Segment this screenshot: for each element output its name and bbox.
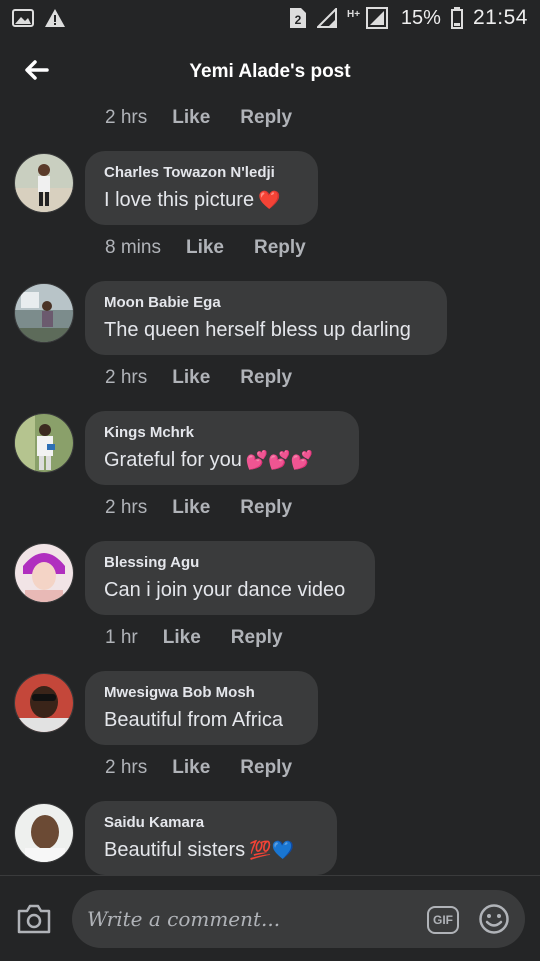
heart-emoji: ❤️ xyxy=(258,190,281,210)
comment-meta: 2 hrs Like Reply xyxy=(105,363,292,393)
avatar[interactable] xyxy=(14,543,74,603)
comment-bubble[interactable]: Charles Towazon N'ledji I love this pict… xyxy=(85,151,318,225)
avatar[interactable] xyxy=(14,673,74,733)
comment-bubble[interactable]: Blessing Agu Can i join your dance video xyxy=(85,541,375,615)
reply-button[interactable]: Reply xyxy=(240,757,292,779)
comment-item: Mwesigwa Bob Mosh Beautiful from Africa xyxy=(0,671,540,745)
emoji-button[interactable] xyxy=(478,903,510,935)
avatar[interactable] xyxy=(14,153,74,213)
reply-button[interactable]: Reply xyxy=(231,627,283,649)
like-button[interactable]: Like xyxy=(172,497,210,519)
comment-item: Blessing Agu Can i join your dance video xyxy=(0,541,540,615)
comment-item: Kings Mchrk Grateful for you 💕💕💕 xyxy=(0,411,540,485)
avatar[interactable] xyxy=(14,283,74,343)
hundred-heart-emoji: 💯💙 xyxy=(249,840,294,860)
comment-text: Grateful for you 💕💕💕 xyxy=(104,449,314,471)
comment-time: 1 hr xyxy=(105,627,138,648)
comment-author[interactable]: Blessing Agu xyxy=(104,553,355,573)
smiley-icon xyxy=(479,904,509,934)
comment-composer: GIF xyxy=(0,875,540,961)
comment-bubble[interactable]: Mwesigwa Bob Mosh Beautiful from Africa xyxy=(85,671,318,745)
avatar[interactable] xyxy=(14,803,74,863)
reply-button[interactable]: Reply xyxy=(254,237,306,259)
like-button[interactable]: Like xyxy=(172,757,210,779)
gif-button[interactable]: GIF xyxy=(427,906,459,934)
reply-button[interactable]: Reply xyxy=(240,107,292,129)
comment-time: 8 mins xyxy=(105,237,161,258)
comments-list[interactable]: 2 hrs Like Reply Charles Towazon N'ledji… xyxy=(0,0,540,875)
comment-time: 2 hrs xyxy=(105,367,148,388)
reply-button[interactable]: Reply xyxy=(240,367,292,389)
comment-meta: 2 hrs Like Reply xyxy=(105,493,292,523)
comment-text: Beautiful sisters 💯💙 xyxy=(104,839,294,861)
comment-meta: 8 mins Like Reply xyxy=(105,233,306,263)
comment-bubble[interactable]: Saidu Kamara Beautiful sisters 💯💙 xyxy=(85,801,337,875)
camera-icon xyxy=(17,904,51,934)
camera-button[interactable] xyxy=(16,903,52,935)
comment-meta: 2 hrs Like Reply xyxy=(105,103,292,133)
comment-author[interactable]: Saidu Kamara xyxy=(104,813,317,833)
avatar[interactable] xyxy=(14,413,74,473)
gif-icon: GIF xyxy=(433,913,453,927)
comment-time: 2 hrs xyxy=(105,497,148,518)
comment-author[interactable]: Kings Mchrk xyxy=(104,423,339,443)
like-button[interactable]: Like xyxy=(186,237,224,259)
like-button[interactable]: Like xyxy=(172,107,210,129)
comment-bubble[interactable]: Moon Babie Ega The queen herself bless u… xyxy=(85,281,447,355)
like-button[interactable]: Like xyxy=(172,367,210,389)
comment-author[interactable]: Mwesigwa Bob Mosh xyxy=(104,683,298,703)
comment-text: Can i join your dance video xyxy=(104,579,346,601)
comment-time: 2 hrs xyxy=(105,757,148,778)
comment-time: 2 hrs xyxy=(105,107,148,128)
comment-text: I love this picture ❤️ xyxy=(104,189,281,211)
comment-item: Saidu Kamara Beautiful sisters 💯💙 xyxy=(0,801,540,875)
reply-button[interactable]: Reply xyxy=(240,497,292,519)
comment-text: The queen herself bless up darling xyxy=(104,319,411,341)
comment-text: Beautiful from Africa xyxy=(104,709,283,731)
comment-bubble[interactable]: Kings Mchrk Grateful for you 💕💕💕 xyxy=(85,411,359,485)
comment-author[interactable]: Moon Babie Ega xyxy=(104,293,427,313)
hearts-emoji: 💕💕💕 xyxy=(245,450,314,470)
comment-meta: 2 hrs Like Reply xyxy=(105,753,292,783)
comment-author[interactable]: Charles Towazon N'ledji xyxy=(104,163,298,183)
comment-meta: 1 hr Like Reply xyxy=(105,623,283,653)
like-button[interactable]: Like xyxy=(163,627,201,649)
comment-item: Moon Babie Ega The queen herself bless u… xyxy=(0,281,540,355)
comment-item: Charles Towazon N'ledji I love this pict… xyxy=(0,151,540,225)
